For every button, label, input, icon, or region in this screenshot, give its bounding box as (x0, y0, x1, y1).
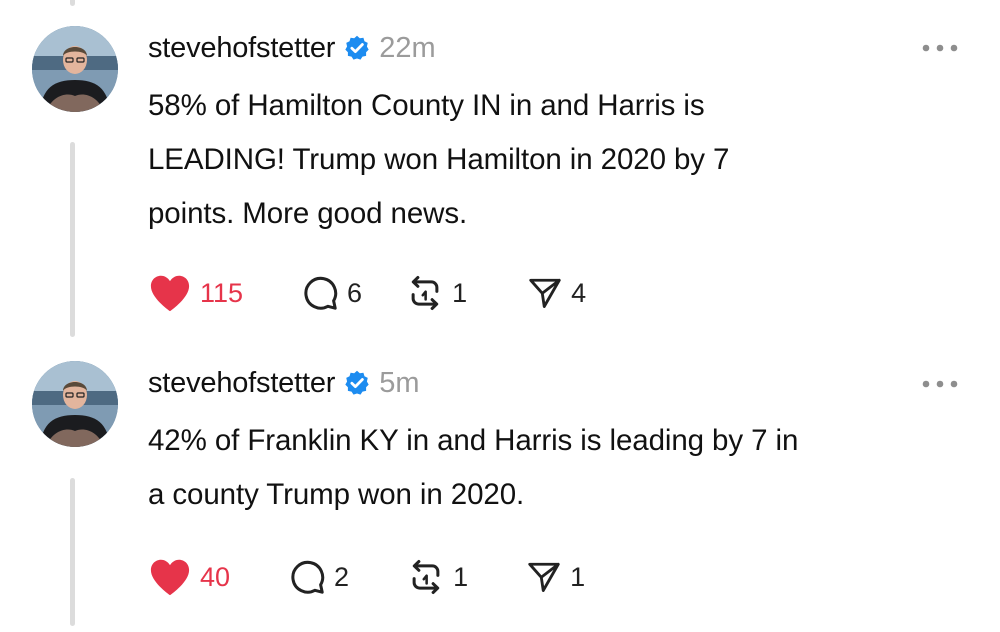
username[interactable]: stevehofstetter (148, 32, 335, 65)
comment-icon (291, 560, 325, 594)
like-button[interactable]: 115 (148, 273, 243, 313)
repost-icon (411, 275, 439, 311)
send-icon (528, 562, 560, 592)
more-options-icon[interactable] (920, 42, 960, 54)
thread-line (70, 478, 75, 626)
post-text-line: LEADING! Trump won Hamilton in 2020 by 7 (148, 143, 730, 176)
post-text-line: a county Trump won in 2020. (148, 478, 525, 511)
like-count: 40 (200, 561, 231, 592)
post-actions: 40 2 1 1 (148, 555, 585, 599)
heart-icon (150, 275, 190, 312)
post-text: 42% of Franklin KY in and Harris is lead… (148, 414, 978, 522)
comment-icon (304, 276, 338, 310)
thread-line-top (70, 0, 75, 6)
thread-line (70, 142, 75, 337)
verified-badge-icon (345, 35, 369, 60)
post-text-line: points. More good news. (148, 197, 468, 230)
send-icon (529, 278, 561, 308)
heart-icon (150, 559, 190, 596)
share-count: 4 (571, 277, 587, 308)
reply-button[interactable]: 2 (288, 558, 349, 596)
more-options-icon[interactable] (920, 378, 960, 390)
reply-button[interactable]: 6 (301, 274, 362, 312)
like-button[interactable]: 40 (148, 557, 230, 597)
repost-button[interactable]: 1 (406, 274, 467, 312)
reply-count: 2 (334, 561, 350, 592)
share-button[interactable]: 4 (527, 275, 586, 311)
post-text-line: 42% of Franklin KY in and Harris is lead… (148, 424, 799, 457)
share-button[interactable]: 1 (526, 559, 585, 595)
share-count: 1 (570, 561, 586, 592)
username[interactable]: stevehofstetter (148, 367, 335, 400)
reply-count: 6 (347, 277, 363, 308)
post-header: stevehofstetter 5m (148, 363, 420, 403)
like-count: 115 (200, 277, 244, 308)
post-text-line: 58% of Hamilton County IN in and Harris … (148, 89, 705, 122)
repost-count: 1 (452, 277, 468, 308)
repost-button[interactable]: 1 (407, 558, 468, 596)
avatar[interactable] (32, 26, 118, 112)
post-text: 58% of Hamilton County IN in and Harris … (148, 79, 978, 241)
post-time: 5m (379, 366, 420, 399)
avatar[interactable] (32, 361, 118, 447)
verified-badge-icon (345, 370, 369, 395)
repost-icon (412, 559, 440, 595)
post-header: stevehofstetter 22m (148, 28, 436, 68)
post-actions: 115 6 1 4 (148, 271, 586, 315)
repost-count: 1 (453, 561, 469, 592)
post-time: 22m (379, 31, 436, 64)
